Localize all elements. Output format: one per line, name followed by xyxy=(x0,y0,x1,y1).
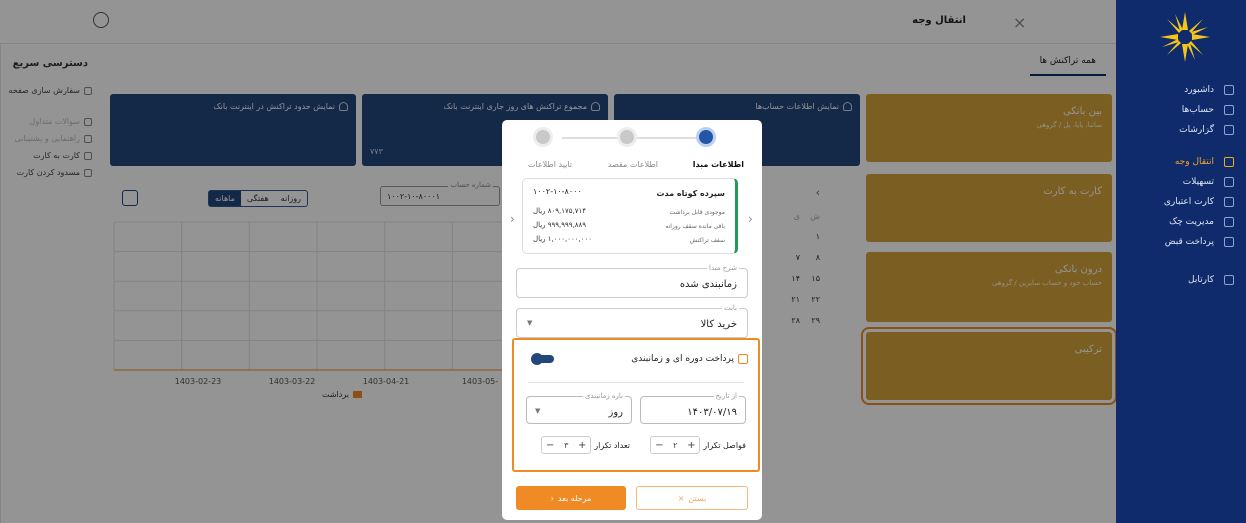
sidebar-item-label: داشبورد xyxy=(1184,85,1214,95)
transfer-modal: اطلاعات مبدا اطلاعات مقصد تایید اطلاعات … xyxy=(502,120,762,520)
daily-limit-label: باقی مانده سقف روزانه xyxy=(665,223,725,230)
count-label: تعداد تکرار xyxy=(594,440,630,450)
field-label: شرح مبدا xyxy=(707,264,739,272)
period-select[interactable]: بازه زمانبندی روز ▼ xyxy=(526,392,632,424)
sidebar-item[interactable]: مدیریت چک xyxy=(1116,212,1246,232)
field-label: بازه زمانبندی xyxy=(583,392,625,400)
transaction-limit-label: سقف تراکنش xyxy=(689,237,725,244)
minus-icon[interactable]: − xyxy=(651,440,667,451)
account-number: ۱۰۰۲-۱۰-۸۰۰۰ xyxy=(533,187,582,196)
close-icon: × xyxy=(677,493,685,503)
nav-sidebar: داشبورد حساب‌ها گزارشات انتقال وجه تسهیلات کا… xyxy=(1116,0,1246,523)
periodic-title: پرداخت دوره ای و زمانبندی xyxy=(631,354,734,364)
sidebar-item-label: تسهیلات xyxy=(1182,177,1214,187)
balance-value: ۸۰۹,۱۷۵,۷۱۴ ریال xyxy=(533,207,587,215)
interval-label: فواصل تکرار xyxy=(703,440,746,450)
step-3-icon xyxy=(533,127,553,147)
plus-icon[interactable]: + xyxy=(574,440,590,451)
sidebar-item-label: حساب‌ها xyxy=(1181,105,1214,115)
divider xyxy=(528,382,744,383)
loan-icon xyxy=(1224,177,1234,187)
next-step-button[interactable]: مرحله بعد ‹ xyxy=(516,486,626,510)
interval-control: فواصل تکرار + ۲ − xyxy=(650,436,746,454)
bill-icon xyxy=(1224,237,1234,247)
plus-icon[interactable]: + xyxy=(683,440,699,451)
wallet-icon xyxy=(1224,105,1234,115)
chevron-down-icon: ▼ xyxy=(527,319,533,327)
daily-limit-value: ۹۹۹,۹۹۹,۸۸۹ ریال xyxy=(533,221,587,229)
periodic-toggle[interactable] xyxy=(531,353,554,365)
sidebar-item[interactable]: کارتابل xyxy=(1116,270,1246,290)
sidebar-item[interactable]: داشبورد xyxy=(1116,80,1246,100)
interval-value: ۲ xyxy=(673,440,678,450)
inbox-icon xyxy=(1224,275,1234,285)
sidebar-item[interactable]: انتقال وجه xyxy=(1116,152,1246,172)
chevron-right-icon[interactable]: ‹ xyxy=(510,212,515,226)
reason-select[interactable]: بابت خرید کالا ▼ xyxy=(516,304,748,338)
step-2-icon xyxy=(617,127,637,147)
step-1-label: اطلاعات مبدا xyxy=(692,160,744,169)
sidebar-item[interactable]: کارت اعتباری xyxy=(1116,192,1246,212)
stepper: اطلاعات مبدا اطلاعات مقصد تایید اطلاعات xyxy=(502,124,762,170)
minus-icon[interactable]: − xyxy=(542,440,558,451)
sidebar-item[interactable]: گزارشات xyxy=(1116,120,1246,140)
sidebar-item[interactable]: حساب‌ها xyxy=(1116,100,1246,120)
interval-stepper: + ۲ − xyxy=(650,436,701,454)
credit-card-icon xyxy=(1224,197,1234,207)
next-step-label: مرحله بعد xyxy=(557,493,592,503)
balance-label: موجودی قابل برداشت xyxy=(669,209,725,216)
field-label: بابت xyxy=(722,304,739,312)
transaction-limit-value: ۱,۰۰۰,۰۰۰,۰۰۰ ریال xyxy=(533,235,593,243)
report-icon xyxy=(1224,125,1234,135)
step-1-icon xyxy=(696,127,716,147)
sidebar-item-label: گزارشات xyxy=(1179,125,1214,135)
count-value: ۳ xyxy=(564,440,569,450)
field-value: زمانبندی شده xyxy=(679,279,737,290)
check-icon xyxy=(1224,217,1234,227)
chevron-down-icon: ▼ xyxy=(535,407,541,415)
sidebar-item[interactable]: تسهیلات xyxy=(1116,172,1246,192)
sidebar-item[interactable]: پرداخت قبض xyxy=(1116,232,1246,252)
field-label: از تاریخ xyxy=(713,392,739,400)
close-button[interactable]: بستن × xyxy=(636,486,748,510)
sidebar-item-label: کارت اعتباری xyxy=(1163,197,1214,207)
account-type: سپرده کوتاه مدت xyxy=(656,189,725,198)
dashboard-icon xyxy=(1224,85,1234,95)
step-2-label: اطلاعات مقصد xyxy=(607,160,658,169)
close-label: بستن xyxy=(688,493,707,503)
field-value: روز xyxy=(608,407,624,418)
field-value: ۱۴۰۳/۰۷/۱۹ xyxy=(687,407,737,418)
source-account-card[interactable]: سپرده کوتاه مدت ۱۰۰۲-۱۰-۸۰۰۰ موجودی قابل… xyxy=(522,178,738,254)
step-3-label: تایید اطلاعات xyxy=(527,160,572,169)
from-date-field[interactable]: از تاریخ ۱۴۰۳/۰۷/۱۹ xyxy=(640,392,746,424)
chevron-left-icon[interactable]: ‹ xyxy=(748,212,753,226)
sidebar-item-label: مدیریت چک xyxy=(1169,217,1214,227)
sidebar-item-label: کارتابل xyxy=(1188,275,1214,285)
bank-logo xyxy=(1160,12,1210,62)
source-description-field[interactable]: شرح مبدا زمانبندی شده xyxy=(516,264,748,298)
chevron-left-icon: ‹ xyxy=(550,493,554,503)
calendar-icon xyxy=(738,354,748,364)
nav-list: داشبورد حساب‌ها گزارشات انتقال وجه تسهیلات کا… xyxy=(1116,80,1246,290)
sidebar-item-label: پرداخت قبض xyxy=(1164,237,1214,247)
sidebar-item-label: انتقال وجه xyxy=(1174,157,1214,167)
field-value: خرید کالا xyxy=(700,319,737,330)
count-control: تعداد تکرار + ۳ − xyxy=(541,436,630,454)
count-stepper: + ۳ − xyxy=(541,436,592,454)
transfer-icon xyxy=(1224,157,1234,167)
periodic-payment-section: پرداخت دوره ای و زمانبندی از تاریخ ۱۴۰۳/… xyxy=(512,338,760,472)
